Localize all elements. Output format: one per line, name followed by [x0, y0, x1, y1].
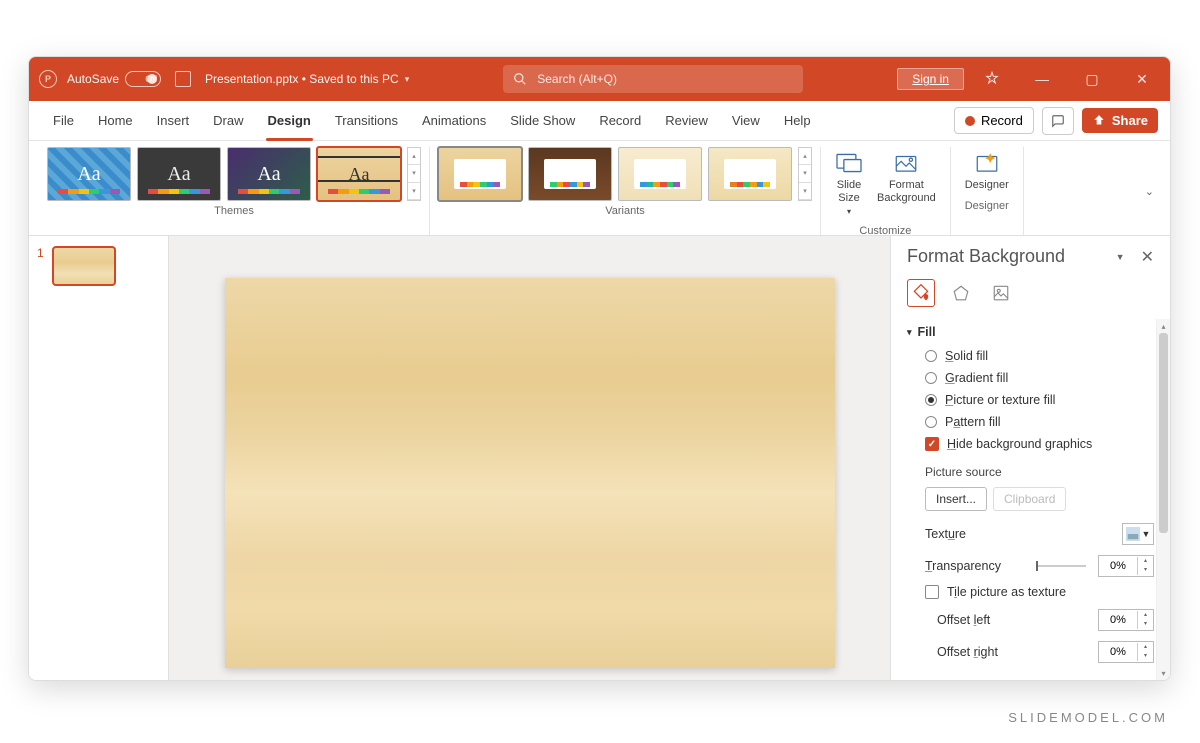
tab-file[interactable]: File — [41, 101, 86, 141]
autosave-toggle[interactable]: AutoSave Off — [67, 71, 161, 87]
group-themes-label: Themes — [214, 205, 254, 217]
chevron-down-icon: ▾ — [907, 327, 912, 338]
ribbon-body: Aa Aa Aa Aa ▴▾▾ Themes ▴▾▾ Variants — [29, 141, 1170, 236]
search-placeholder: Search (Alt+Q) — [537, 72, 617, 86]
comment-icon — [1050, 114, 1066, 128]
toggle-switch[interactable]: Off — [125, 71, 161, 87]
slide-size-icon — [835, 151, 863, 175]
pane-scrollbar[interactable]: ▴▾ — [1156, 319, 1170, 680]
slide-thumbnail-panel: 1 — [29, 236, 169, 680]
app-window: P AutoSave Off Presentation.pptx • Saved… — [28, 56, 1171, 681]
designer-icon — [974, 151, 1000, 175]
picture-tab[interactable] — [987, 279, 1015, 307]
picture-icon — [992, 284, 1010, 302]
clipboard-button: Clipboard — [993, 487, 1066, 511]
pentagon-icon — [952, 284, 970, 302]
tile-checkbox[interactable]: Tile picture as texture — [907, 581, 1154, 603]
share-icon — [1092, 114, 1106, 128]
tab-home[interactable]: Home — [86, 101, 145, 141]
record-button[interactable]: Record — [954, 107, 1034, 134]
fill-tab[interactable] — [907, 279, 935, 307]
offset-left-spinner[interactable]: ▴▾ — [1098, 609, 1154, 631]
format-background-button[interactable]: Format Background — [871, 147, 942, 209]
group-variants-label: Variants — [605, 205, 645, 217]
tab-animations[interactable]: Animations — [410, 101, 498, 141]
comments-button[interactable] — [1042, 107, 1074, 135]
pane-title: Format Background — [907, 246, 1104, 267]
theme-thumb[interactable]: Aa — [47, 147, 131, 201]
offset-right-spinner[interactable]: ▴▾ — [1098, 641, 1154, 663]
ribbon-tabs: File Home Insert Draw Design Transitions… — [29, 101, 1170, 141]
slide-size-button[interactable]: Slide Size▾ — [829, 147, 869, 221]
pattern-fill-radio[interactable]: Pattern fill — [907, 411, 1154, 433]
gradient-fill-radio[interactable]: Gradient fill — [907, 367, 1154, 389]
offset-left-label: Offset left — [937, 613, 1090, 627]
document-title[interactable]: Presentation.pptx • Saved to this PC — [205, 72, 399, 86]
tab-slideshow[interactable]: Slide Show — [498, 101, 587, 141]
tab-transitions[interactable]: Transitions — [323, 101, 410, 141]
paint-bucket-icon — [911, 283, 931, 303]
variant-thumb[interactable] — [528, 147, 612, 201]
picture-source-label: Picture source — [907, 455, 1154, 485]
autosave-label: AutoSave — [67, 72, 119, 86]
picture-fill-radio[interactable]: Picture or texture fill — [907, 389, 1154, 411]
workarea: 1 Format Background ▼ ✕ — [29, 236, 1170, 680]
transparency-spinner[interactable]: ▴▾ — [1098, 555, 1154, 577]
fill-section-header[interactable]: ▾Fill — [907, 319, 1154, 345]
solid-fill-radio[interactable]: Solid fill — [907, 345, 1154, 367]
texture-picker[interactable]: ▼ — [1122, 523, 1154, 545]
tab-review[interactable]: Review — [653, 101, 720, 141]
transparency-slider[interactable] — [1036, 565, 1086, 567]
watermark: SLIDEMODEL.COM — [1008, 710, 1168, 725]
search-icon — [513, 72, 527, 86]
pane-close-button[interactable]: ✕ — [1137, 247, 1158, 267]
variant-thumb[interactable] — [618, 147, 702, 201]
variant-thumb[interactable] — [708, 147, 792, 201]
search-input[interactable]: Search (Alt+Q) — [503, 65, 803, 93]
format-background-pane: Format Background ▼ ✕ ▴▾ ▾Fill Solid — [890, 236, 1170, 680]
designer-button[interactable]: Designer — [959, 147, 1015, 196]
themes-scroll[interactable]: ▴▾▾ — [407, 147, 421, 201]
variants-scroll[interactable]: ▴▾▾ — [798, 147, 812, 201]
slide-thumbnail-1[interactable] — [52, 246, 116, 286]
theme-thumb[interactable]: Aa — [137, 147, 221, 201]
chevron-down-icon[interactable]: ▾ — [405, 74, 410, 85]
pane-options-dropdown[interactable]: ▼ — [1104, 252, 1137, 262]
format-bg-icon — [893, 151, 919, 175]
app-icon: P — [39, 70, 57, 88]
minimize-button[interactable]: — — [1020, 57, 1064, 101]
texture-label: Texture — [925, 527, 1114, 541]
tab-insert[interactable]: Insert — [145, 101, 202, 141]
coming-soon-icon[interactable] — [970, 57, 1014, 101]
texture-icon — [1126, 527, 1140, 541]
insert-picture-button[interactable]: Insert... — [925, 487, 987, 511]
tab-design[interactable]: Design — [256, 101, 323, 141]
signin-button[interactable]: Sign in — [897, 68, 964, 90]
theme-thumb-selected[interactable]: Aa — [317, 147, 401, 201]
ribbon-collapse-button[interactable]: ⌄ — [1139, 185, 1160, 198]
tab-record[interactable]: Record — [587, 101, 653, 141]
slide-canvas-area[interactable] — [169, 236, 890, 680]
effects-tab[interactable] — [947, 279, 975, 307]
slide-number: 1 — [37, 246, 44, 260]
offset-right-label: Offset right — [937, 645, 1090, 659]
hide-bg-checkbox[interactable]: ✓Hide background graphics — [907, 433, 1154, 455]
close-button[interactable]: ✕ — [1120, 57, 1164, 101]
tab-draw[interactable]: Draw — [201, 101, 255, 141]
save-icon[interactable] — [175, 71, 191, 87]
titlebar: P AutoSave Off Presentation.pptx • Saved… — [29, 57, 1170, 101]
variant-thumb-selected[interactable] — [438, 147, 522, 201]
transparency-label: Transparency — [925, 559, 1024, 573]
group-designer-label: Designer — [965, 200, 1009, 212]
tab-help[interactable]: Help — [772, 101, 823, 141]
maximize-button[interactable]: ▢ — [1070, 57, 1114, 101]
tab-view[interactable]: View — [720, 101, 772, 141]
theme-thumb[interactable]: Aa — [227, 147, 311, 201]
slide-canvas[interactable] — [225, 278, 835, 668]
share-button[interactable]: Share — [1082, 108, 1158, 133]
